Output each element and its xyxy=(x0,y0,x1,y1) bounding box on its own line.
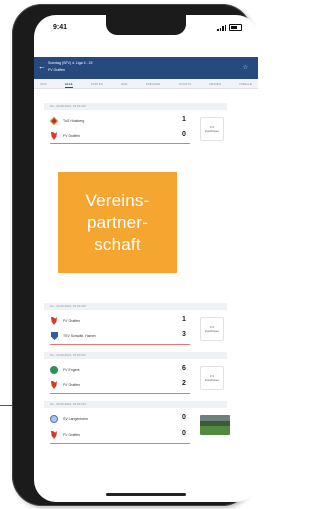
tab-medien[interactable]: MEDIEN xyxy=(209,79,221,88)
status-time: 9:41 xyxy=(53,24,68,31)
club-crest-icon xyxy=(50,366,58,374)
signal-icon xyxy=(217,24,226,31)
away-score: 2 xyxy=(182,380,186,387)
banner-line-3: schaft xyxy=(94,234,141,254)
arrow-left-icon[interactable]: ← xyxy=(38,62,46,72)
home-team-name: FV Engers xyxy=(63,368,80,372)
club-crest-icon xyxy=(50,415,58,423)
club-crest-icon xyxy=(50,332,58,340)
club-crest-icon xyxy=(50,381,58,389)
away-team-name: FV Graffen xyxy=(63,433,81,437)
home-team: SV Langenheim xyxy=(50,414,88,424)
match-date: So., 26.09.2021, 15:00 Uhr xyxy=(44,401,227,408)
match-date: So., 19.09.2021, 15:00 Uhr xyxy=(44,352,227,359)
home-indicator xyxy=(106,493,186,496)
banner-line-2: partner- xyxy=(86,212,149,232)
match-badge[interactable]: 3:1 Zuschauer xyxy=(200,117,224,141)
match-date: So., 12.09.2021, 15:30 Uhr xyxy=(44,303,227,310)
home-team-name: FV Graffen xyxy=(63,319,81,323)
badge-text: 3:1 Zuschauer xyxy=(204,325,220,333)
tab-alle[interactable]: ALLE xyxy=(64,79,73,88)
badge-text: 3:1 Zuschauer xyxy=(204,374,220,382)
tab-2020[interactable]: 2020 xyxy=(40,79,47,88)
notch xyxy=(106,15,186,35)
club-crest-icon xyxy=(50,132,58,140)
match-photo-thumbnail[interactable] xyxy=(200,415,230,435)
page-subtitle: FV Graffen xyxy=(48,68,66,72)
match-date: So., 22.08.2021, 15:00 Uhr xyxy=(44,103,227,110)
match-card[interactable]: So., 26.09.2021, 15:00 Uhr SV Langenheim… xyxy=(44,401,230,451)
home-team: FV Engers xyxy=(50,365,80,375)
page-title: Sonntag (SFV) 4. Liga 4 - 24 xyxy=(48,61,93,65)
tab-bar: 2020 ALLE KARTEN 2021 FREUNDE TICKETS ME… xyxy=(34,79,258,89)
away-team-name: TSV Schwäb. Hamm xyxy=(63,334,96,338)
status-icons xyxy=(217,24,242,31)
home-team: FV Graffen xyxy=(50,316,80,326)
away-team: FV Graffen xyxy=(50,430,80,440)
away-score: 3 xyxy=(182,331,186,338)
badge-text: 3:1 Zuschauer xyxy=(204,125,220,133)
banner-line-1: Vereins- xyxy=(85,190,150,210)
match-badge[interactable]: 3:1 Zuschauer xyxy=(200,366,224,390)
app-bar: ← Sonntag (SFV) 4. Liga 4 - 24 FV Graffe… xyxy=(34,57,258,79)
club-crest-icon xyxy=(50,117,58,125)
divider xyxy=(50,344,190,345)
home-score: 1 xyxy=(182,316,186,323)
away-team: FV Graffen xyxy=(50,131,80,141)
tab-karten[interactable]: KARTEN xyxy=(91,79,103,88)
match-card[interactable]: So., 22.08.2021, 15:00 Uhr TuS Holsberg … xyxy=(44,103,227,151)
away-team-name: FV Graffen xyxy=(63,134,81,138)
home-score: 1 xyxy=(182,116,186,123)
tab-tabelle[interactable]: TABELLE xyxy=(239,79,252,88)
home-team-name: TuS Holsberg xyxy=(63,119,85,123)
status-bar: 9:41 xyxy=(34,15,258,45)
home-team-name: SV Langenheim xyxy=(63,417,88,421)
away-team-name: FV Graffen xyxy=(63,383,81,387)
away-team: TSV Schwäb. Hamm xyxy=(50,331,95,341)
home-score: 0 xyxy=(182,414,186,421)
home-score: 6 xyxy=(182,365,186,372)
tab-2021[interactable]: 2021 xyxy=(121,79,128,88)
tab-tickets[interactable]: TICKETS xyxy=(178,79,191,88)
club-crest-icon xyxy=(50,317,58,325)
divider xyxy=(50,143,190,144)
star-icon[interactable]: ☆ xyxy=(243,64,248,72)
battery-icon xyxy=(229,24,242,31)
match-card[interactable]: So., 19.09.2021, 15:00 Uhr FV Engers 6 F… xyxy=(44,352,227,400)
divider xyxy=(50,443,190,444)
match-badge[interactable]: 3:1 Zuschauer xyxy=(200,317,224,341)
away-score: 0 xyxy=(182,430,186,437)
match-card[interactable]: So., 12.09.2021, 15:30 Uhr FV Graffen 1 … xyxy=(44,303,227,351)
away-score: 0 xyxy=(182,131,186,138)
away-team: FV Graffen xyxy=(50,380,80,390)
club-crest-icon xyxy=(50,431,58,439)
vereinspartnerschaft-banner: Vereins- partner- schaft xyxy=(58,172,177,273)
home-team: TuS Holsberg xyxy=(50,116,84,126)
divider xyxy=(50,393,190,394)
tab-freunde[interactable]: FREUNDE xyxy=(146,79,161,88)
